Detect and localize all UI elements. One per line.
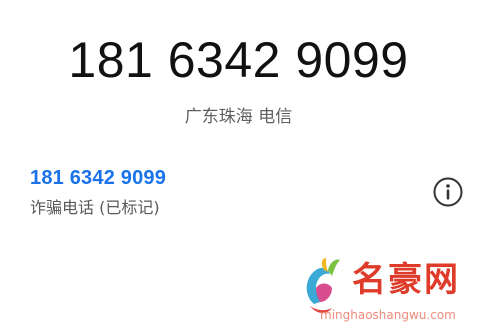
info-circle-icon xyxy=(433,177,463,207)
watermark-url: minghaoshangwu.com xyxy=(320,308,456,322)
watermark: 名豪网 minghaoshangwu.com xyxy=(302,252,472,332)
entry-tag: 诈骗电话 (已标记) xyxy=(30,198,160,217)
info-button[interactable] xyxy=(432,176,464,208)
caller-location: 广东珠海 电信 xyxy=(184,107,293,127)
watermark-brand: 名豪网 xyxy=(352,260,460,300)
caller-header: 181 6342 9099 广东珠海 电信 xyxy=(0,30,477,128)
call-entry[interactable]: 181 6342 9099 诈骗电话 (已标记) xyxy=(30,166,450,226)
entry-number[interactable]: 181 6342 9099 xyxy=(30,166,450,190)
caller-number: 181 6342 9099 xyxy=(68,32,409,88)
